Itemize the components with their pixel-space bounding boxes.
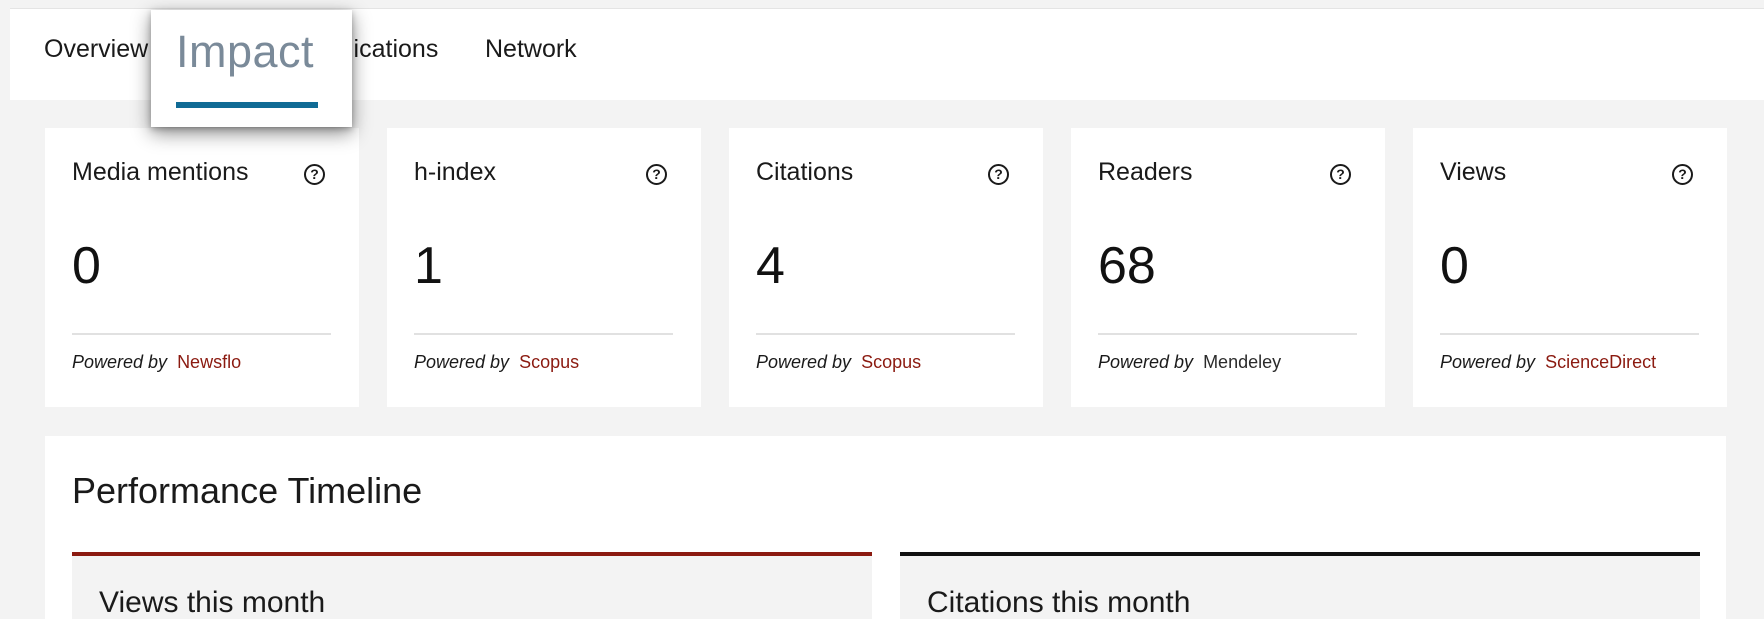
question-circle-icon[interactable]: ?: [304, 164, 325, 185]
metric-value: 1: [414, 237, 443, 295]
question-circle-icon[interactable]: ?: [646, 164, 667, 185]
metric-title: Readers: [1098, 158, 1193, 186]
metric-value: 68: [1098, 237, 1156, 295]
metric-value: 0: [1440, 237, 1469, 295]
divider: [756, 333, 1015, 335]
powered-by-label: Powered by: [1440, 352, 1536, 372]
metric-value: 0: [72, 237, 101, 295]
powered-by-label: Powered by: [72, 352, 168, 372]
tab-impact-label: Impact: [176, 26, 315, 77]
metric-card-h-index: h-index ? 1 Powered by Scopus: [387, 128, 701, 407]
question-circle-icon[interactable]: ?: [1672, 164, 1693, 185]
metric-card-views: Views ? 0 Powered by ScienceDirect: [1413, 128, 1727, 407]
metric-card-readers: Readers ? 68 Powered by Mendeley: [1071, 128, 1385, 407]
powered-by-label: Powered by: [414, 352, 510, 372]
metric-title: Citations: [756, 158, 854, 186]
question-circle-icon[interactable]: ?: [988, 164, 1009, 185]
powered-by-label: Powered by: [756, 352, 852, 372]
powered-by: Powered by ScienceDirect: [1440, 352, 1656, 373]
metric-card-citations: Citations ? 4 Powered by Scopus: [729, 128, 1043, 407]
tab-network[interactable]: Network: [485, 35, 577, 64]
metric-title: h-index: [414, 158, 496, 186]
metric-title: Views: [1440, 158, 1507, 186]
powered-by: Powered by Scopus: [756, 352, 921, 373]
citations-this-month-panel: Citations this month: [900, 552, 1700, 619]
question-circle-icon[interactable]: ?: [1330, 164, 1351, 185]
active-tab-underline: [176, 102, 318, 108]
tab-overview[interactable]: Overview: [44, 35, 148, 64]
section-title: Performance Timeline: [72, 470, 423, 511]
views-this-month-panel: Views this month: [72, 552, 872, 619]
metric-card-media-mentions: Media mentions ? 0 Powered by Newsflo: [45, 128, 359, 407]
source-link-scopus[interactable]: Scopus: [519, 352, 579, 372]
performance-timeline: Performance Timeline Views this month Ci…: [45, 436, 1726, 619]
divider: [72, 333, 331, 335]
tab-publications[interactable]: lications: [348, 35, 438, 64]
impact-page: Overview lications Network Impact Media …: [0, 0, 1764, 619]
divider: [1098, 333, 1357, 335]
panel-title: Views this month: [99, 586, 326, 619]
powered-by: Powered by Newsflo: [72, 352, 241, 373]
source-link-scopus[interactable]: Scopus: [861, 352, 921, 372]
source-link-newsflo[interactable]: Newsflo: [177, 352, 241, 372]
metric-value: 4: [756, 237, 785, 295]
source-link-sciencedirect[interactable]: ScienceDirect: [1545, 352, 1656, 372]
tab-impact[interactable]: Impact: [151, 10, 352, 127]
panel-title: Citations this month: [927, 586, 1191, 619]
powered-by-label: Powered by: [1098, 352, 1194, 372]
powered-by: Powered by Scopus: [414, 352, 579, 373]
divider: [1440, 333, 1699, 335]
source-mendeley: Mendeley: [1203, 352, 1282, 372]
divider: [414, 333, 673, 335]
powered-by: Powered by Mendeley: [1098, 352, 1281, 373]
metric-title: Media mentions: [72, 158, 249, 186]
